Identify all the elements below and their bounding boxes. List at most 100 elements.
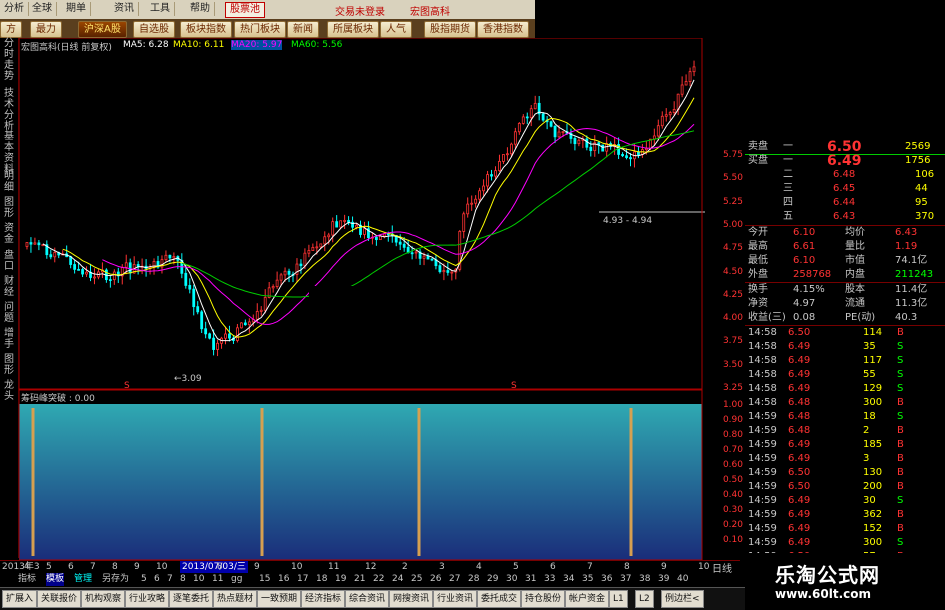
function-button-1[interactable]: 关联报价	[37, 590, 82, 608]
candle-body	[196, 306, 200, 313]
indicator-tab-2[interactable]: 管理	[74, 573, 92, 586]
function-button-8[interactable]: 综合资讯	[345, 590, 390, 608]
period-label[interactable]: 日线	[712, 560, 742, 575]
indicator-tab-0[interactable]: 指标	[18, 573, 36, 586]
indicator-tab-6[interactable]: 7	[167, 573, 173, 586]
function-button-2[interactable]: 机构观察	[81, 590, 126, 608]
tab-index-futures[interactable]: 股指期货	[424, 21, 476, 38]
indicator-tab-20[interactable]: 26	[430, 573, 441, 586]
function-button-0[interactable]: 扩展入	[2, 590, 38, 608]
left-tab-6[interactable]: 盘口	[2, 250, 16, 272]
function-button-10[interactable]: 行业资讯	[433, 590, 478, 608]
indicator-tab-7[interactable]: 8	[180, 573, 186, 586]
left-tab-9[interactable]: 增手	[2, 328, 16, 350]
function-button-5[interactable]: 热点题材	[213, 590, 258, 608]
function-button-16[interactable]: 例边栏<	[661, 590, 704, 608]
tab-a-shares[interactable]: 沪深A股	[78, 21, 127, 38]
indicator-tab-14[interactable]: 18	[316, 573, 327, 586]
left-tab-11[interactable]: 龙头	[2, 380, 16, 402]
tab-hot-sector[interactable]: 热门板块	[234, 21, 286, 38]
menu-news[interactable]: 资讯	[110, 2, 139, 16]
function-button-9[interactable]: 网搜资讯	[389, 590, 434, 608]
tab-popularity[interactable]: 人气	[380, 21, 412, 38]
indicator-tab-11[interactable]: 15	[259, 573, 270, 586]
tab-news[interactable]: 新闻	[287, 21, 319, 38]
cell: B	[897, 439, 904, 450]
left-tab-1[interactable]: 技术分析	[2, 88, 16, 132]
left-tab-4[interactable]: 图形	[2, 197, 16, 219]
left-tab-2[interactable]: 基本资料	[2, 131, 16, 175]
indicator-tab-21[interactable]: 27	[449, 573, 460, 586]
indicator-tab-33[interactable]: 40	[677, 573, 688, 586]
function-button-4[interactable]: 逐笔委托	[169, 590, 214, 608]
menu-analyze[interactable]: 分析	[0, 2, 29, 16]
candle-body	[430, 258, 434, 261]
cell: 6.50	[788, 467, 811, 478]
cell: 14:59	[748, 411, 777, 422]
candle-body	[355, 224, 358, 228]
left-tab-3[interactable]: 明细	[2, 171, 16, 193]
function-button-11[interactable]: 委托成交	[477, 590, 522, 608]
indicator-tab-15[interactable]: 19	[335, 573, 346, 586]
date-axis: 2013年3 4 5 6 7 8 9 10 2013/07/03/三 8 9 10 11 12 2 3 4 5 6 7…	[0, 560, 740, 574]
menu-futures[interactable]: 期单	[62, 2, 91, 16]
indicator-tab-25[interactable]: 31	[525, 573, 536, 586]
candle-body	[589, 146, 593, 152]
kline-chart[interactable]: 宏图高科(日线 前复权) MA5: 6.28 MA10: 6.11 MA20: …	[19, 38, 705, 390]
indicator-tab-22[interactable]: 28	[468, 573, 479, 586]
trade-login-link[interactable]: 交易未登录	[335, 3, 385, 18]
indicator-tab-29[interactable]: 36	[601, 573, 612, 586]
indicator-tab-27[interactable]: 34	[563, 573, 574, 586]
indicator-tab-9[interactable]: 11	[212, 573, 223, 586]
candle-body	[676, 93, 680, 110]
cell: 6.49	[788, 537, 811, 548]
indicator-tab-23[interactable]: 29	[487, 573, 498, 586]
function-button-7[interactable]: 经济指标	[301, 590, 346, 608]
indicator-tab-32[interactable]: 39	[658, 573, 669, 586]
indicator-tab-1[interactable]: 模板	[46, 573, 65, 586]
tab-0[interactable]: 方	[0, 21, 22, 38]
tab-watchlist[interactable]: 自选股	[133, 21, 175, 38]
indicator-tab-30[interactable]: 37	[620, 573, 631, 586]
indicator-tab-13[interactable]: 17	[297, 573, 308, 586]
indicator-tab-17[interactable]: 22	[373, 573, 384, 586]
function-button-13[interactable]: 帐户资金	[565, 590, 610, 608]
indicator-tab-18[interactable]: 24	[392, 573, 403, 586]
left-tab-0[interactable]: 分时走势	[2, 38, 16, 82]
indicator-tab-12[interactable]: 16	[278, 573, 289, 586]
cell: 14:59	[748, 509, 777, 520]
indicator-tab-16[interactable]: 21	[354, 573, 365, 586]
left-tab-10[interactable]: 图形	[2, 354, 16, 376]
tab-sector-index[interactable]: 板块指数	[180, 21, 232, 38]
cell: 14:59	[748, 537, 777, 548]
function-button-15[interactable]: L2	[635, 590, 654, 608]
tab-1[interactable]: 最力	[30, 21, 62, 38]
stock-name-link[interactable]: 宏图高科	[410, 3, 450, 18]
menu-tools[interactable]: 工具	[146, 2, 175, 16]
tab-own-sector[interactable]: 所属板块	[327, 21, 379, 38]
function-button-6[interactable]: 一致预期	[257, 590, 302, 608]
stock-pool-button[interactable]: 股票池	[225, 2, 265, 18]
menu-help[interactable]: 帮助	[186, 2, 215, 16]
left-tab-5[interactable]: 资金	[2, 223, 16, 245]
indicator-tab-26[interactable]: 33	[544, 573, 555, 586]
candle-body	[255, 311, 259, 320]
indicator-tab-8[interactable]: 10	[193, 573, 204, 586]
function-button-3[interactable]: 行业攻略	[125, 590, 170, 608]
indicator-tab-10[interactable]: gg	[231, 573, 242, 586]
candle-body	[204, 328, 208, 335]
indicator-tab-31[interactable]: 38	[639, 573, 650, 586]
function-button-14[interactable]: L1	[609, 590, 628, 608]
left-tab-8[interactable]: 问题	[2, 302, 16, 324]
function-button-12[interactable]: 持仓股份	[521, 590, 566, 608]
tab-hk-index[interactable]: 香港指数	[477, 21, 529, 38]
left-tab-7[interactable]: 财经	[2, 276, 16, 298]
indicator-tab-19[interactable]: 25	[411, 573, 422, 586]
indicator-tab-4[interactable]: 5	[141, 573, 147, 586]
indicator-tab-28[interactable]: 35	[582, 573, 593, 586]
indicator-tab-3[interactable]: 另存为	[102, 573, 129, 586]
menu-global[interactable]: 全球	[28, 2, 57, 16]
indicator-tab-5[interactable]: 6	[154, 573, 160, 586]
indicator-tab-24[interactable]: 30	[506, 573, 517, 586]
indicator-panel[interactable]: 筹码峰突破 : 0.00	[19, 390, 705, 560]
